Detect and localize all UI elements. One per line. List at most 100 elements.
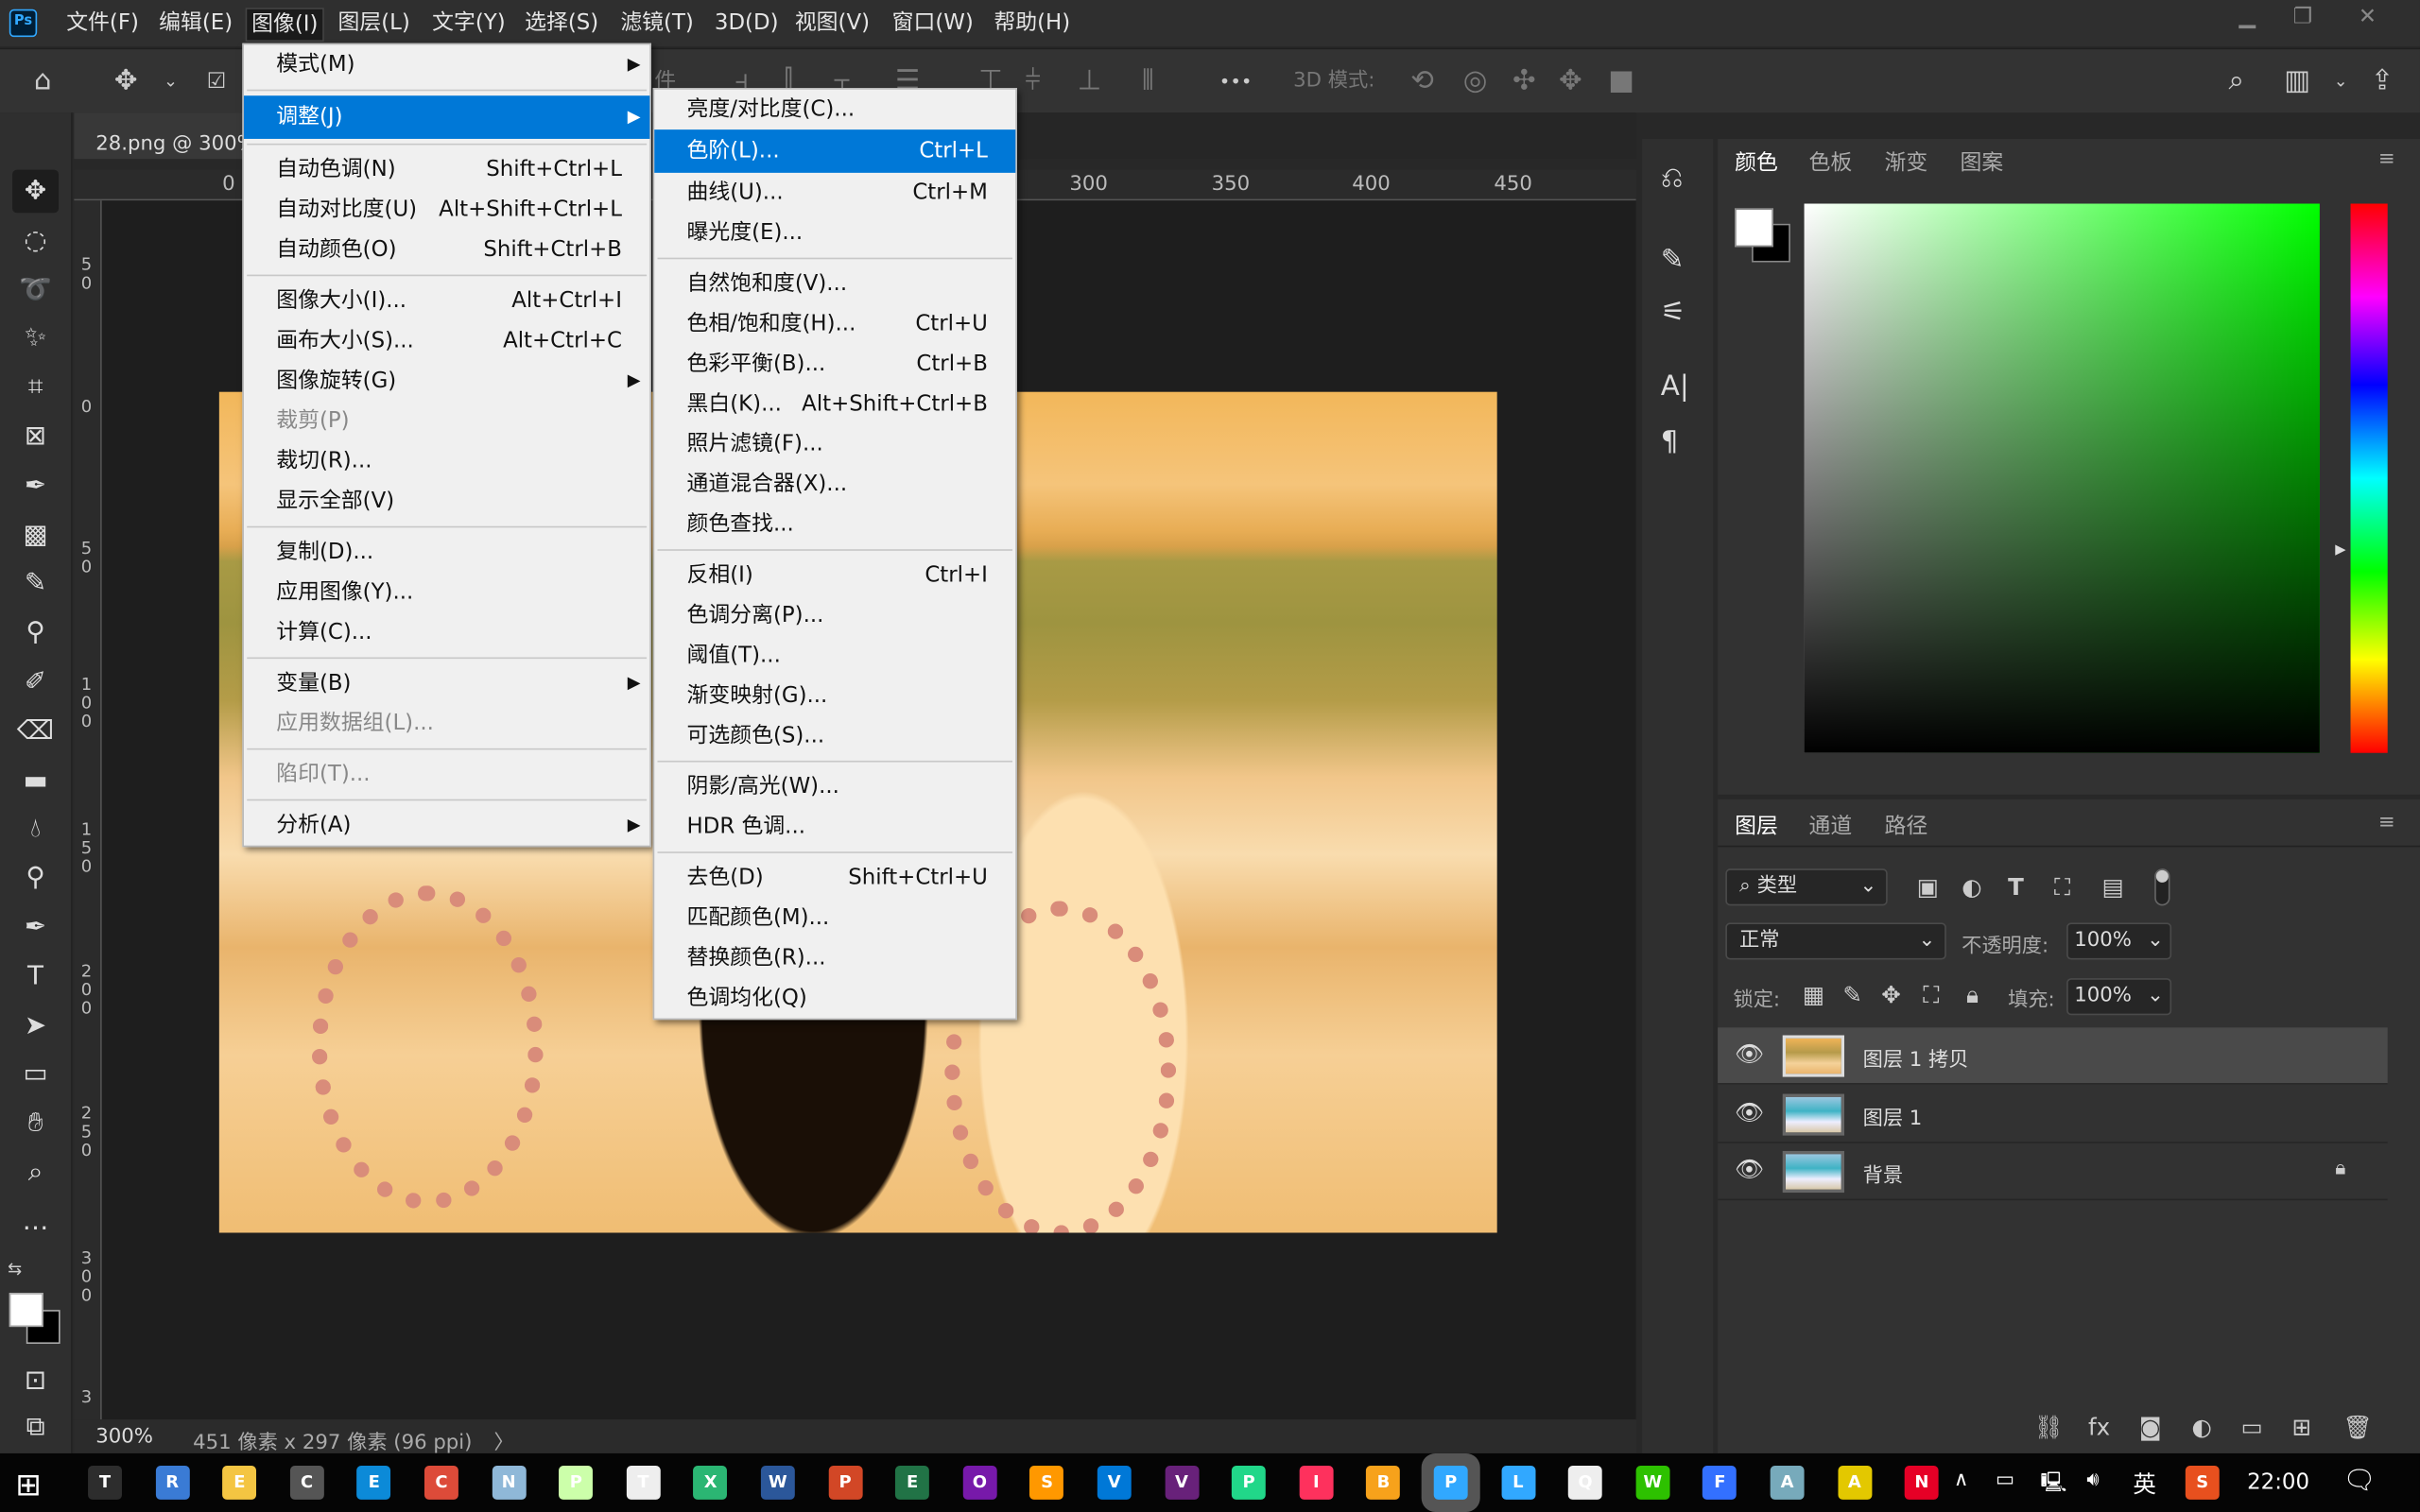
chevron-up-icon[interactable]: ∧ xyxy=(1954,1469,1969,1491)
menu-7[interactable]: 3D(D) xyxy=(710,8,783,42)
3d-pan-icon[interactable]: ✣ xyxy=(1512,61,1536,101)
distribute-vertical-icon[interactable]: ⫴ xyxy=(1142,61,1153,101)
menu-item[interactable]: 阈值(T)... xyxy=(654,636,1015,676)
menu-item[interactable]: 曲线(U)... Ctrl+M xyxy=(654,173,1015,213)
lock-artboard-icon[interactable]: ⛶ xyxy=(1923,981,1939,1008)
intellij-icon[interactable]: I xyxy=(1299,1466,1334,1500)
menu-item[interactable]: 自动色调(N) Shift+Ctrl+L xyxy=(244,149,649,189)
app2-icon[interactable]: A xyxy=(1837,1466,1872,1500)
3d-slide-icon[interactable]: ✥ xyxy=(1559,61,1582,101)
eye-icon[interactable]: 👁︎ xyxy=(1735,1098,1764,1125)
layer-name[interactable]: 图层 1 xyxy=(1863,1101,1923,1129)
layer-name[interactable]: 背景 xyxy=(1863,1159,1903,1188)
marquee-tool-icon[interactable]: ◌ xyxy=(12,219,59,263)
workspace-icon[interactable]: ▥ xyxy=(2284,61,2310,101)
menu-6[interactable]: 滤镜(T) xyxy=(615,8,698,42)
menu-item[interactable]: 替换颜色(R)... xyxy=(654,938,1015,978)
menu-item[interactable]: 色阶(L)... Ctrl+L xyxy=(654,129,1016,173)
menu-item[interactable]: 变量(B) ▶ xyxy=(244,663,649,703)
frame-tool-icon[interactable]: ⊠ xyxy=(12,415,59,458)
menu-item[interactable]: HDR 色调... xyxy=(654,807,1015,847)
eye-icon[interactable]: 👁︎ xyxy=(1735,1156,1764,1183)
notes-icon[interactable]: N xyxy=(492,1466,527,1500)
eye-icon[interactable]: 👁︎ xyxy=(1735,1040,1764,1067)
menu-item[interactable]: 曝光度(E)... xyxy=(654,213,1015,252)
blend-mode-dropdown[interactable]: 正常 ⌄ xyxy=(1725,922,1946,960)
volume-icon[interactable]: 🔊︎ xyxy=(2086,1469,2099,1491)
feishu-icon[interactable]: F xyxy=(1703,1466,1737,1500)
pycharm-icon[interactable]: P xyxy=(1232,1466,1267,1500)
auto-select-checkbox[interactable]: ☑ xyxy=(207,61,227,101)
menu-8[interactable]: 视图(V) xyxy=(790,8,874,42)
baidu-netdisk-icon[interactable]: B xyxy=(1366,1466,1401,1500)
more-options-button[interactable]: ••• xyxy=(1219,61,1253,101)
filter-smart-object-icon[interactable]: ▤ xyxy=(2102,873,2124,901)
new-layer-icon[interactable]: ⊞ xyxy=(2291,1414,2311,1441)
gradient-tool-icon[interactable]: ▬ xyxy=(12,759,59,802)
status-arrow[interactable]: 〉 xyxy=(493,1426,513,1454)
patch-tool-icon[interactable]: ▩ xyxy=(12,513,59,557)
menu-item[interactable]: 图像大小(I)... Alt+Ctrl+I xyxy=(244,281,649,320)
zoom-tool-icon[interactable]: ⌕ xyxy=(12,1151,59,1194)
3d-scale-icon[interactable]: ■ xyxy=(1608,61,1634,101)
chevron-down-icon[interactable]: ⌄ xyxy=(164,61,178,101)
vscode-icon[interactable]: V xyxy=(1097,1466,1132,1500)
menu-item[interactable]: 可选颜色(S)... xyxy=(654,716,1015,756)
menu-4[interactable]: 文字(Y) xyxy=(427,8,510,42)
menu-item[interactable]: 分析(A) ▶ xyxy=(244,805,649,845)
word-icon[interactable]: W xyxy=(760,1466,795,1500)
move-tool-icon[interactable]: ✥ xyxy=(114,61,138,101)
fx-icon[interactable]: fx xyxy=(2088,1414,2110,1441)
menu-item[interactable]: 自动颜色(O) Shift+Ctrl+B xyxy=(244,230,649,269)
powerpoint-icon[interactable]: P xyxy=(828,1466,862,1500)
menu-item[interactable]: 画布大小(S)... Alt+Ctrl+C xyxy=(244,321,649,361)
tab-layers[interactable]: 图层 xyxy=(1735,810,1778,841)
brush-presets-icon[interactable]: ✎ xyxy=(1661,244,1685,276)
properties-icon[interactable]: ⚟ xyxy=(1661,296,1685,328)
document-tab[interactable]: 28.png @ 300% (图层 1 拷贝, RGB/8) xyxy=(74,112,244,160)
menu-item[interactable]: 自然饱和度(V)... xyxy=(654,264,1015,303)
remote-icon[interactable]: R xyxy=(155,1466,190,1500)
opacity-input[interactable]: 100% ⌄ xyxy=(2066,922,2172,960)
visual-studio-icon[interactable]: V xyxy=(1164,1466,1199,1500)
menu-item[interactable]: 色相/饱和度(H)... Ctrl+U xyxy=(654,304,1015,344)
layer-row[interactable]: 👁︎ 图层 1 拷贝 xyxy=(1718,1027,2388,1085)
folder-icon[interactable]: ▭ xyxy=(2241,1414,2263,1441)
character-icon[interactable]: A| xyxy=(1661,370,1689,403)
lock-transparent-icon[interactable]: ▦ xyxy=(1803,981,1824,1008)
color-picker-field[interactable] xyxy=(1804,203,2320,753)
tab-channels[interactable]: 通道 xyxy=(1808,810,1852,841)
more-tools-icon[interactable]: … xyxy=(12,1200,59,1244)
crop-tool-icon[interactable]: ⌗ xyxy=(12,366,59,409)
minimize-button[interactable]: ▁ xyxy=(2220,0,2275,34)
wechat-icon[interactable]: W xyxy=(1635,1466,1670,1500)
quick-mask-icon[interactable]: ⊡ xyxy=(12,1359,59,1402)
menu-item[interactable]: 匹配颜色(M)... xyxy=(654,898,1015,937)
menu-2[interactable]: 图像(I) xyxy=(245,8,324,43)
filter-adjustment-icon[interactable]: ◐ xyxy=(1962,873,1981,901)
menu-item[interactable]: 显示全部(V) xyxy=(244,481,649,521)
menu-item[interactable]: 反相(I) Ctrl+I xyxy=(654,556,1015,595)
tab-gradients[interactable]: 渐变 xyxy=(1884,146,1927,178)
menu-3[interactable]: 图层(L) xyxy=(334,8,415,42)
search-icon[interactable]: ⌕ xyxy=(2229,61,2244,101)
restore-button[interactable]: ❐ xyxy=(2275,0,2331,34)
layer-row[interactable]: 👁︎ 图层 1 xyxy=(1718,1086,2388,1143)
menu-item[interactable]: 去色(D) Shift+Ctrl+U xyxy=(654,858,1015,898)
edge-icon[interactable]: E xyxy=(356,1466,391,1500)
filter-type-icon[interactable]: T xyxy=(2008,873,2024,901)
lock-image-icon[interactable]: ✎ xyxy=(1842,981,1862,1008)
terminal-icon[interactable]: T xyxy=(88,1466,122,1500)
battery-icon[interactable]: ▭ xyxy=(1996,1469,2014,1491)
screen-mode-icon[interactable]: ⧉ xyxy=(12,1405,59,1449)
menu-item[interactable]: 图像旋转(G) ▶ xyxy=(244,361,649,401)
calculator-icon[interactable]: C xyxy=(289,1466,324,1500)
tab-color[interactable]: 颜色 xyxy=(1735,146,1778,178)
menu-item[interactable]: 亮度/对比度(C)... xyxy=(654,90,1015,129)
align-bottom-icon[interactable]: ⊥ xyxy=(1078,61,1102,101)
menu-9[interactable]: 窗口(W) xyxy=(888,8,978,42)
explorer-icon[interactable]: E xyxy=(222,1466,257,1500)
notification-icon[interactable]: 🗨︎ xyxy=(2342,1466,2376,1497)
netease-music-icon[interactable]: N xyxy=(1904,1466,1939,1500)
foreground-color-swatch[interactable] xyxy=(9,1293,43,1328)
